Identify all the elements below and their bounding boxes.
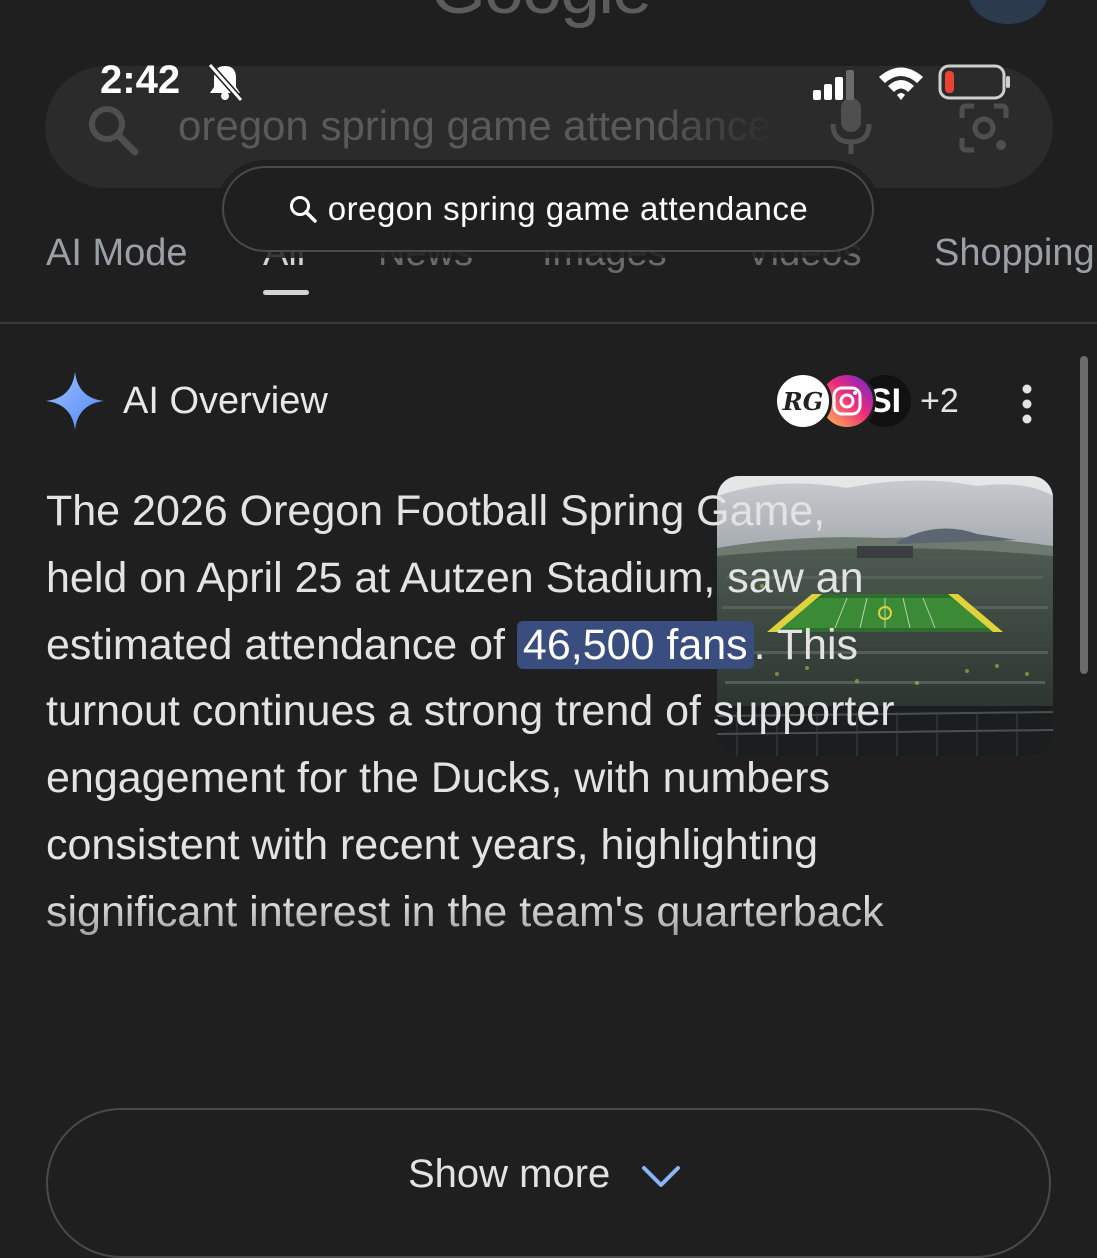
gemini-sparkle-icon — [46, 372, 104, 430]
scrollbar-thumb[interactable] — [1080, 356, 1088, 674]
google-logo: Google — [430, 0, 652, 30]
search-icon[interactable] — [85, 102, 141, 158]
source-avatar-register-guard[interactable]: RG — [774, 372, 832, 430]
google-lens-icon[interactable] — [956, 100, 1012, 156]
search-query-pill[interactable]: oregon spring game attendance — [222, 166, 874, 252]
attendance-highlight: 46,500 fans — [516, 620, 754, 669]
show-more-label: Show more — [408, 1152, 611, 1196]
search-query-pill-text: oregon spring game attendance — [327, 190, 809, 227]
tab-ai-mode[interactable]: AI Mode — [46, 232, 188, 275]
bell-muted-icon — [207, 63, 244, 102]
search-icon — [289, 196, 317, 223]
wifi-icon — [879, 67, 923, 100]
more-vert-icon[interactable] — [1012, 382, 1042, 426]
cellular-signal-icon — [813, 70, 854, 100]
mic-icon[interactable] — [828, 96, 874, 156]
selected-tab-indicator — [263, 290, 309, 295]
header-divider — [0, 322, 1097, 324]
tab-shopping[interactable]: Shopping — [934, 232, 1095, 275]
ai-overview-title: AI Overview — [123, 380, 328, 422]
instagram-icon — [832, 386, 862, 416]
search-input[interactable]: oregon spring game attendance — [178, 102, 778, 150]
ai-overview-text: The 2026 Oregon Football Spring Game, he… — [46, 478, 916, 946]
battery-low-icon — [938, 64, 1010, 100]
more-sources-count[interactable]: +2 — [920, 382, 959, 421]
status-time: 2:42 — [100, 58, 181, 102]
chevron-down-icon — [642, 1166, 680, 1187]
account-avatar[interactable] — [968, 0, 1048, 24]
